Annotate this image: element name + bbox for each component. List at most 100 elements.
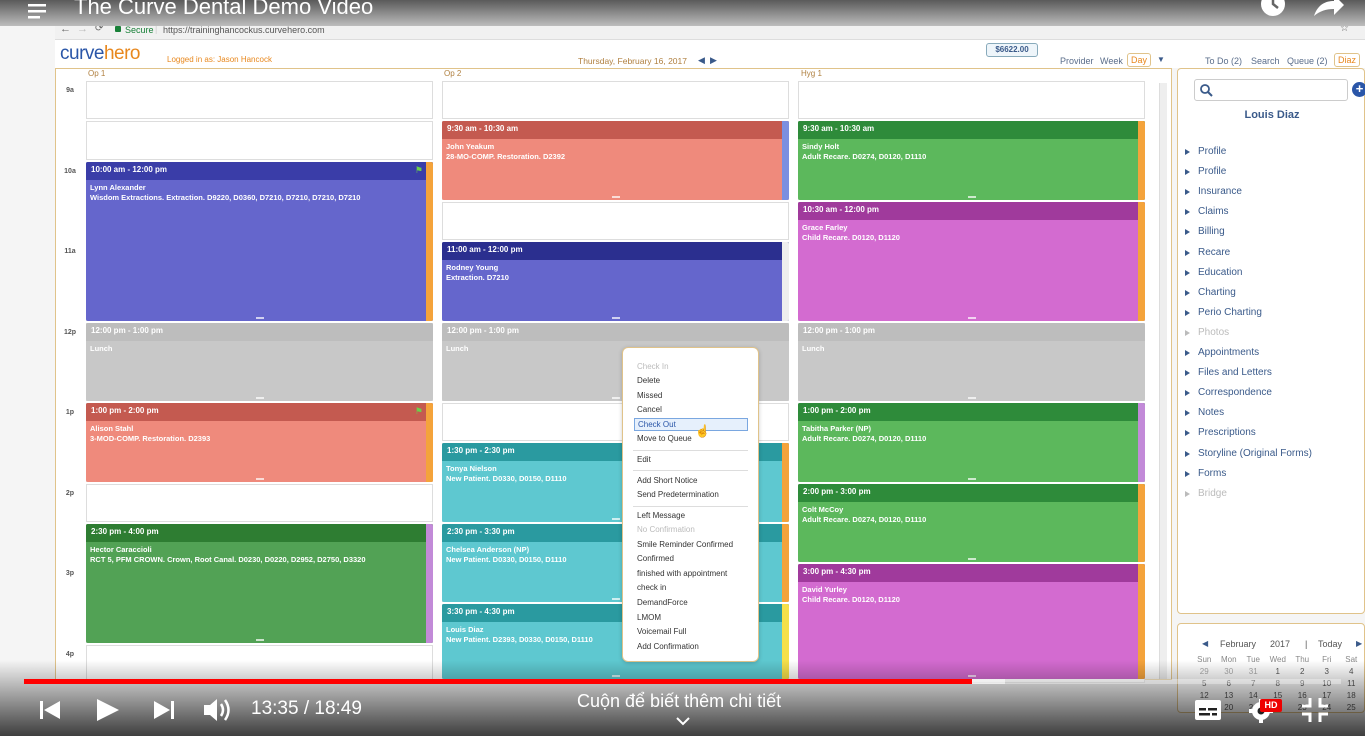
balance-badge[interactable]: $6622.00 bbox=[986, 43, 1038, 57]
schedule-scrollbar[interactable] bbox=[1159, 83, 1167, 679]
context-menu-item[interactable]: finished with appointment bbox=[637, 569, 727, 578]
patient-nav-item[interactable]: Recare bbox=[1184, 247, 1230, 258]
patient-nav-item[interactable]: Files and Letters bbox=[1185, 367, 1272, 378]
right-tab-search[interactable]: Search bbox=[1251, 56, 1280, 66]
prev-day-icon[interactable]: ◀ bbox=[698, 55, 705, 66]
right-tab-queue[interactable]: Queue (2) bbox=[1287, 56, 1328, 66]
patient-nav-item[interactable]: Insurance bbox=[1185, 186, 1242, 197]
watch-later-icon[interactable] bbox=[1258, 0, 1288, 20]
view-tab-day[interactable]: Day bbox=[1127, 53, 1152, 67]
context-menu-item[interactable]: Edit bbox=[637, 455, 651, 464]
appointment-block[interactable]: 2:30 pm - 4:00 pm Hector Caraccioli RCT 5,… bbox=[86, 523, 433, 643]
lunch-block[interactable]: 12:00 pm - 1:00 pm Lunch bbox=[86, 322, 433, 401]
appointment-block[interactable]: 9:30 am - 10:30 am John Yeakum 28-MO-COMP.… bbox=[442, 121, 789, 200]
context-menu-item[interactable]: Cancel bbox=[637, 405, 662, 414]
context-menu-item[interactable]: Confirmed bbox=[637, 554, 674, 563]
patient-nav-item[interactable]: Appointments bbox=[1184, 347, 1259, 358]
context-menu-item[interactable]: Missed bbox=[637, 391, 662, 400]
resize-handle[interactable] bbox=[611, 316, 620, 319]
context-menu-item[interactable]: Check Out bbox=[634, 418, 748, 431]
resize-handle[interactable] bbox=[967, 316, 976, 319]
time-slot[interactable] bbox=[86, 121, 433, 160]
context-menu-item[interactable]: Move to Queue bbox=[637, 434, 692, 443]
next-month-icon[interactable]: ▶ bbox=[1356, 639, 1362, 648]
patient-nav-item[interactable]: Education bbox=[1184, 267, 1242, 278]
patient-nav-item[interactable]: Prescriptions bbox=[1185, 427, 1256, 438]
patient-nav-item[interactable]: Profile bbox=[1184, 166, 1226, 177]
context-menu-item[interactable]: Add Confirmation bbox=[637, 642, 699, 651]
patient-nav-item[interactable]: Charting bbox=[1185, 287, 1236, 298]
context-menu-item[interactable]: Smile Reminder Confirmed bbox=[637, 540, 733, 549]
share-icon[interactable] bbox=[1312, 0, 1346, 20]
right-tab-patient[interactable]: Diaz bbox=[1334, 53, 1361, 67]
context-menu-item[interactable]: LMOM bbox=[637, 613, 661, 622]
resize-handle[interactable] bbox=[611, 517, 620, 520]
column-header-op1: Op 1 bbox=[88, 69, 106, 78]
context-menu-item[interactable]: Left Message bbox=[637, 511, 685, 520]
resize-handle[interactable] bbox=[611, 397, 620, 399]
appointment-block[interactable]: 11:00 am - 12:00 pm Rodney Young Extractio… bbox=[442, 242, 789, 321]
add-patient-icon[interactable]: + bbox=[1352, 82, 1365, 97]
appointment-block[interactable]: 9:30 am - 10:30 am Sindy Holt Adult Recare… bbox=[798, 121, 1145, 200]
volume-icon[interactable] bbox=[203, 697, 233, 723]
secure-label: Secure bbox=[125, 25, 154, 35]
url-field[interactable]: https://traininghancockus.curvehero.com bbox=[163, 25, 325, 35]
time-slot[interactable] bbox=[86, 81, 433, 120]
next-day-icon[interactable]: ▶ bbox=[710, 55, 717, 66]
play-icon[interactable] bbox=[95, 698, 121, 722]
context-menu-item[interactable]: Send Predetermination bbox=[637, 490, 719, 499]
exit-fullscreen-icon[interactable] bbox=[1301, 697, 1329, 723]
view-tab-week[interactable]: Week bbox=[1100, 56, 1123, 66]
more-info-label[interactable]: Cuộn để biết thêm chi tiết bbox=[577, 691, 781, 712]
video-title[interactable]: The Curve Dental Demo Video bbox=[74, 0, 373, 20]
playlist-icon[interactable] bbox=[28, 2, 52, 22]
context-menu-item[interactable]: Voicemail Full bbox=[637, 627, 686, 636]
time-slot[interactable] bbox=[86, 483, 433, 522]
view-dropdown-icon[interactable]: ▼ bbox=[1157, 55, 1165, 64]
next-icon[interactable] bbox=[153, 700, 175, 720]
patient-nav-item[interactable]: Forms bbox=[1184, 468, 1226, 479]
video-frame[interactable]: The Curve Dental Demo Video ← → ⟳ Secure… bbox=[0, 0, 1365, 736]
appointment-block[interactable]: 10:00 am - 12:00 pm Lynn Alexander Wisdom … bbox=[86, 161, 433, 321]
context-menu-item[interactable]: Add Short Notice bbox=[637, 476, 697, 485]
context-menu-item[interactable]: check in bbox=[637, 583, 666, 592]
appointment-block[interactable]: 1:00 pm - 2:00 pm Tabitha Parker (NP) Adul… bbox=[798, 403, 1145, 482]
resize-handle[interactable] bbox=[255, 316, 264, 319]
video-progress-bar[interactable] bbox=[24, 679, 1341, 684]
resize-handle[interactable] bbox=[967, 195, 976, 198]
appointment-block[interactable]: 10:30 am - 12:00 pm Grace Farley Child Rec… bbox=[798, 201, 1145, 321]
patient-nav-item[interactable]: Profile bbox=[1184, 146, 1226, 157]
context-menu-item[interactable]: Delete bbox=[637, 376, 660, 385]
subtitles-icon[interactable] bbox=[1194, 699, 1222, 721]
lunch-block[interactable]: 12:00 pm - 1:00 pm Lunch bbox=[798, 322, 1145, 401]
curvehero-logo[interactable]: curvehero bbox=[60, 43, 141, 65]
resize-handle[interactable] bbox=[967, 397, 976, 399]
time-slot[interactable] bbox=[798, 81, 1145, 120]
patient-nav-item: Photos bbox=[1184, 326, 1230, 338]
resize-handle[interactable] bbox=[255, 477, 264, 480]
time-slot[interactable] bbox=[442, 201, 789, 240]
resize-handle[interactable] bbox=[255, 397, 264, 399]
time-slot[interactable] bbox=[442, 81, 789, 120]
resize-handle[interactable] bbox=[611, 195, 620, 198]
patient-nav-item[interactable]: Correspondence bbox=[1185, 387, 1272, 398]
patient-nav-item[interactable]: Notes bbox=[1184, 407, 1224, 418]
resize-handle[interactable] bbox=[255, 638, 264, 641]
appointment-block[interactable]: 2:00 pm - 3:00 pm Colt McCoy Adult Recare.… bbox=[798, 483, 1145, 562]
appointment-block[interactable]: 1:00 pm - 2:00 pm Alison Stahl 3-MOD-COMP.… bbox=[86, 403, 433, 482]
patient-nav-item[interactable]: Storyline (Original Forms) bbox=[1185, 448, 1312, 459]
previous-icon[interactable] bbox=[40, 700, 62, 720]
today-button[interactable]: Today bbox=[1318, 639, 1342, 649]
patient-nav-item[interactable]: Claims bbox=[1185, 206, 1229, 217]
patient-search-input[interactable] bbox=[1194, 79, 1348, 101]
patient-nav-item[interactable]: Perio Charting bbox=[1185, 307, 1262, 318]
prev-month-icon[interactable]: ◀ bbox=[1202, 639, 1208, 648]
resize-handle[interactable] bbox=[967, 558, 976, 560]
resize-handle[interactable] bbox=[967, 477, 976, 480]
chevron-down-icon[interactable] bbox=[676, 716, 690, 726]
context-menu-item[interactable]: DemandForce bbox=[637, 598, 688, 607]
resize-handle[interactable] bbox=[611, 598, 620, 601]
patient-nav-item[interactable]: Billing bbox=[1185, 226, 1225, 237]
right-tab-todo[interactable]: To Do (2) bbox=[1205, 56, 1242, 66]
view-tab-provider[interactable]: Provider bbox=[1060, 56, 1094, 66]
